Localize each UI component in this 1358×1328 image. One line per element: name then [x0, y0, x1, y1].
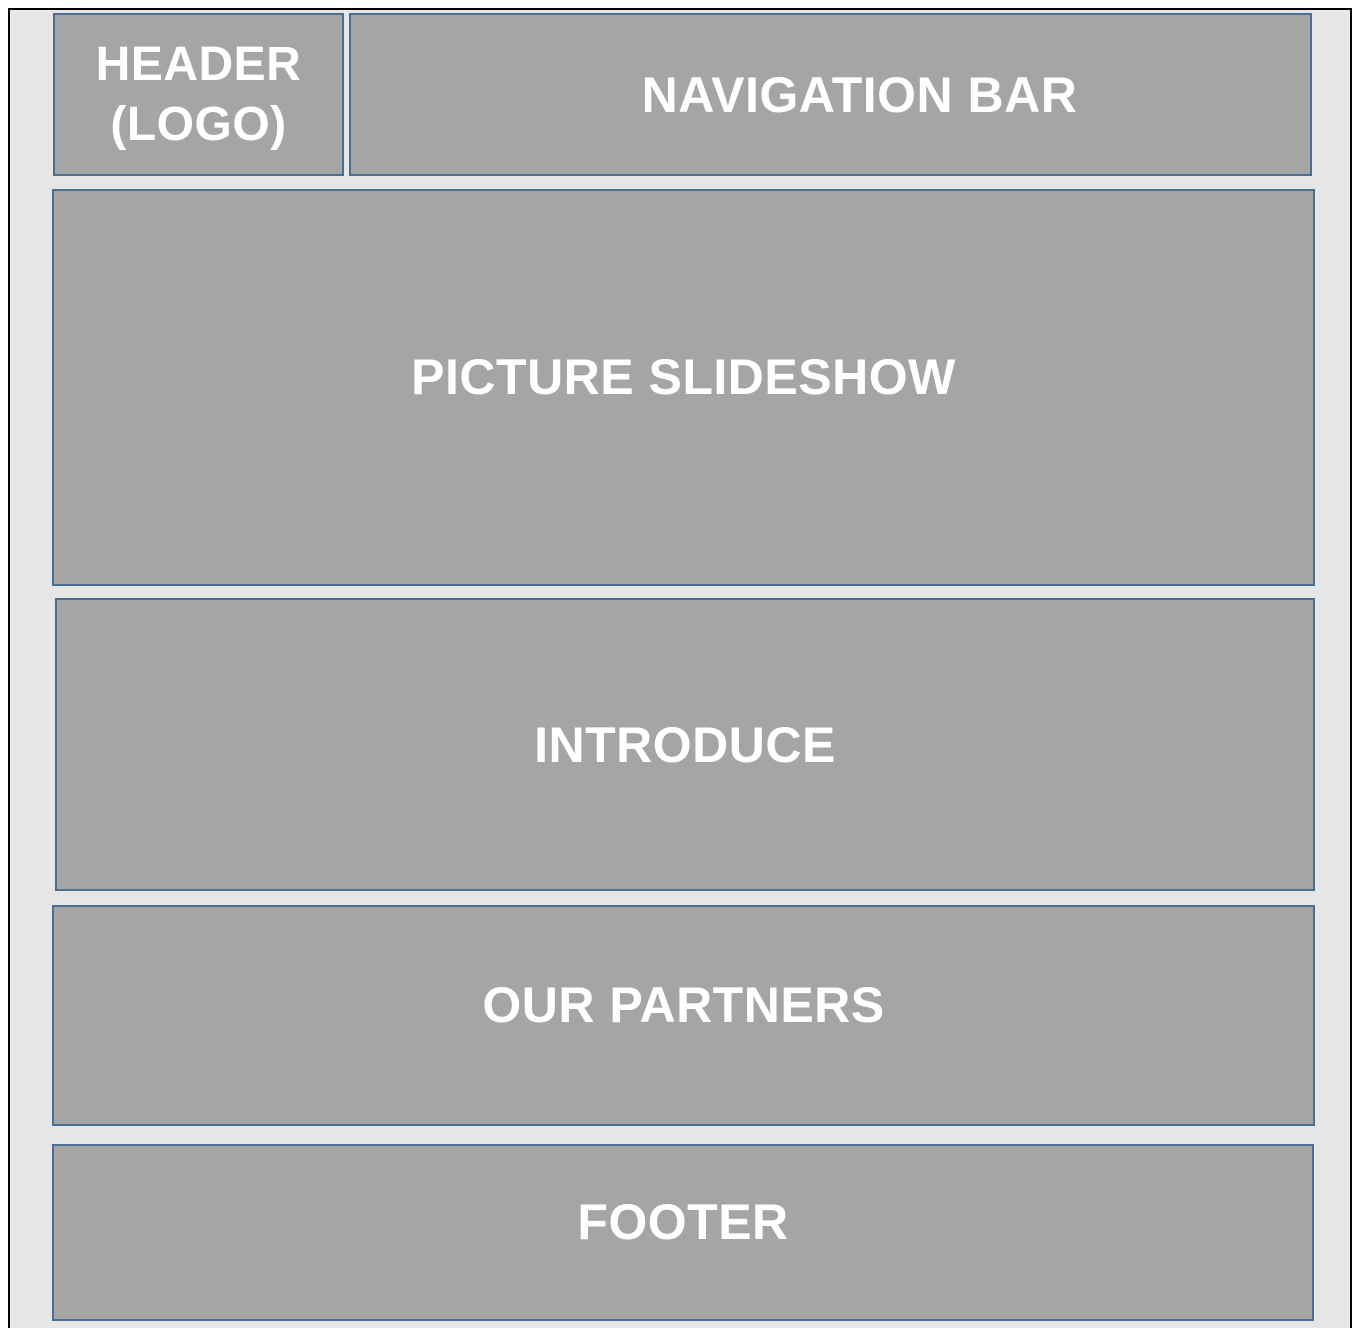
introduce-label: INTRODUCE	[534, 716, 836, 773]
introduce-block: INTRODUCE	[55, 598, 1315, 891]
header-label: HEADER	[95, 37, 302, 91]
logo-label: (LOGO)	[110, 97, 287, 151]
our-partners-label: OUR PARTNERS	[482, 976, 885, 1033]
our-partners-block: OUR PARTNERS	[52, 905, 1315, 1126]
header-logo-block: HEADER (LOGO)	[53, 13, 344, 176]
header-logo-label: HEADER (LOGO)	[96, 35, 302, 155]
footer-block: FOOTER	[52, 1144, 1314, 1321]
navigation-bar-block: NAVIGATION BAR	[349, 13, 1312, 176]
navigation-bar-label: NAVIGATION BAR	[641, 66, 1078, 123]
picture-slideshow-block: PICTURE SLIDESHOW	[52, 189, 1315, 586]
picture-slideshow-label: PICTURE SLIDESHOW	[411, 348, 956, 405]
footer-label: FOOTER	[577, 1193, 789, 1250]
